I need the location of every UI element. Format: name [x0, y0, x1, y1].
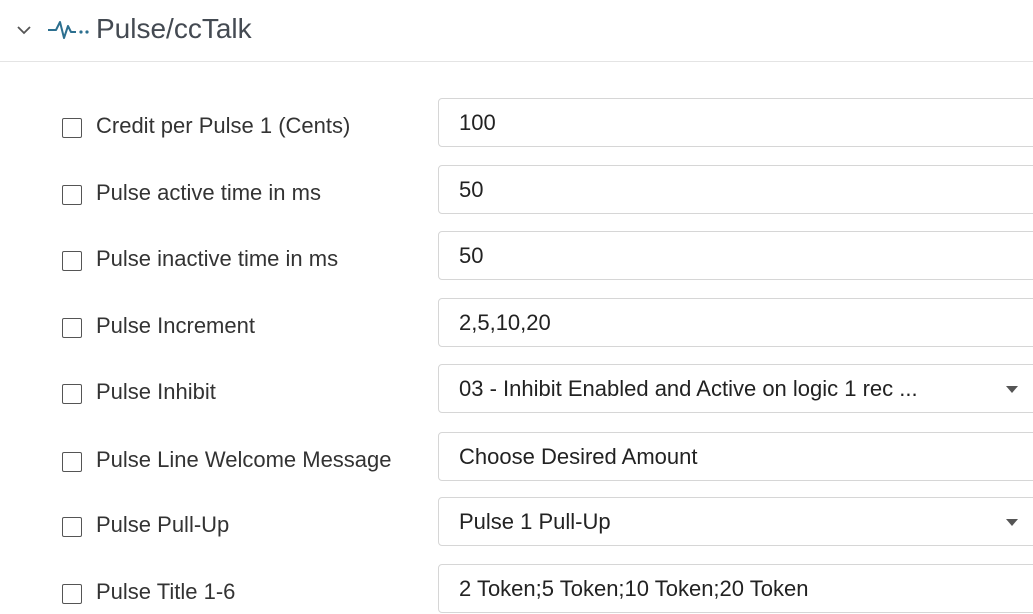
- setting-input[interactable]: Choose Desired Amount: [438, 432, 1033, 481]
- setting-label: Pulse Title 1-6: [96, 579, 236, 604]
- setting-label: Pulse Inhibit: [96, 379, 216, 404]
- setting-select[interactable]: 03 - Inhibit Enabled and Active on logic…: [438, 364, 1033, 413]
- chevron-down-icon[interactable]: [14, 20, 34, 40]
- dropdown-caret-icon[interactable]: [1006, 519, 1018, 526]
- setting-row-pulse-active-time: Pulse active time in ms 50: [0, 165, 1033, 215]
- setting-value: 50: [459, 177, 484, 202]
- setting-value: 2,5,10,20: [459, 310, 551, 335]
- setting-input[interactable]: 100: [438, 98, 1033, 147]
- setting-input[interactable]: 50: [438, 165, 1033, 214]
- setting-label: Pulse active time in ms: [96, 180, 321, 205]
- setting-row-pulse-inhibit: Pulse Inhibit 03 - Inhibit Enabled and A…: [0, 364, 1033, 414]
- setting-checkbox[interactable]: [62, 318, 82, 338]
- setting-value: 50: [459, 243, 484, 268]
- setting-row-pulse-inactive-time: Pulse inactive time in ms 50: [0, 231, 1033, 281]
- setting-checkbox[interactable]: [62, 384, 82, 404]
- setting-select[interactable]: Pulse 1 Pull-Up: [438, 497, 1033, 546]
- setting-input[interactable]: 50: [438, 231, 1033, 280]
- setting-checkbox[interactable]: [62, 452, 82, 472]
- setting-value: Pulse 1 Pull-Up: [459, 509, 611, 534]
- setting-label: Credit per Pulse 1 (Cents): [96, 113, 351, 138]
- setting-value: 2 Token;5 Token;10 Token;20 Token: [459, 576, 809, 601]
- setting-label: Pulse inactive time in ms: [96, 246, 339, 271]
- setting-label: Pulse Line Welcome Message: [96, 447, 392, 472]
- setting-input[interactable]: 2 Token;5 Token;10 Token;20 Token: [438, 564, 1033, 613]
- setting-label: Pulse Increment: [96, 313, 255, 338]
- setting-row-pulse-pull-up: Pulse Pull-Up Pulse 1 Pull-Up: [0, 497, 1033, 547]
- pulse-waveform-icon: [48, 21, 89, 39]
- setting-label: Pulse Pull-Up: [96, 512, 230, 537]
- dropdown-caret-icon[interactable]: [1006, 386, 1018, 393]
- setting-checkbox[interactable]: [62, 517, 82, 537]
- section-header[interactable]: Pulse/ccTalk: [0, 0, 1033, 62]
- setting-row-credit-per-pulse: Credit per Pulse 1 (Cents) 100: [0, 98, 1033, 148]
- setting-value: 100: [459, 110, 496, 135]
- setting-row-welcome-message: Pulse Line Welcome Message Choose Desire…: [0, 432, 1033, 482]
- setting-row-pulse-increment: Pulse Increment 2,5,10,20: [0, 298, 1033, 348]
- setting-checkbox[interactable]: [62, 118, 82, 138]
- setting-checkbox[interactable]: [62, 251, 82, 271]
- section-title: Pulse/ccTalk: [96, 13, 252, 44]
- setting-row-pulse-title: Pulse Title 1-6 2 Token;5 Token;10 Token…: [0, 564, 1033, 614]
- setting-value: 03 - Inhibit Enabled and Active on logic…: [459, 376, 918, 401]
- setting-checkbox[interactable]: [62, 185, 82, 205]
- setting-input[interactable]: 2,5,10,20: [438, 298, 1033, 347]
- setting-checkbox[interactable]: [62, 584, 82, 604]
- setting-value: Choose Desired Amount: [459, 444, 698, 469]
